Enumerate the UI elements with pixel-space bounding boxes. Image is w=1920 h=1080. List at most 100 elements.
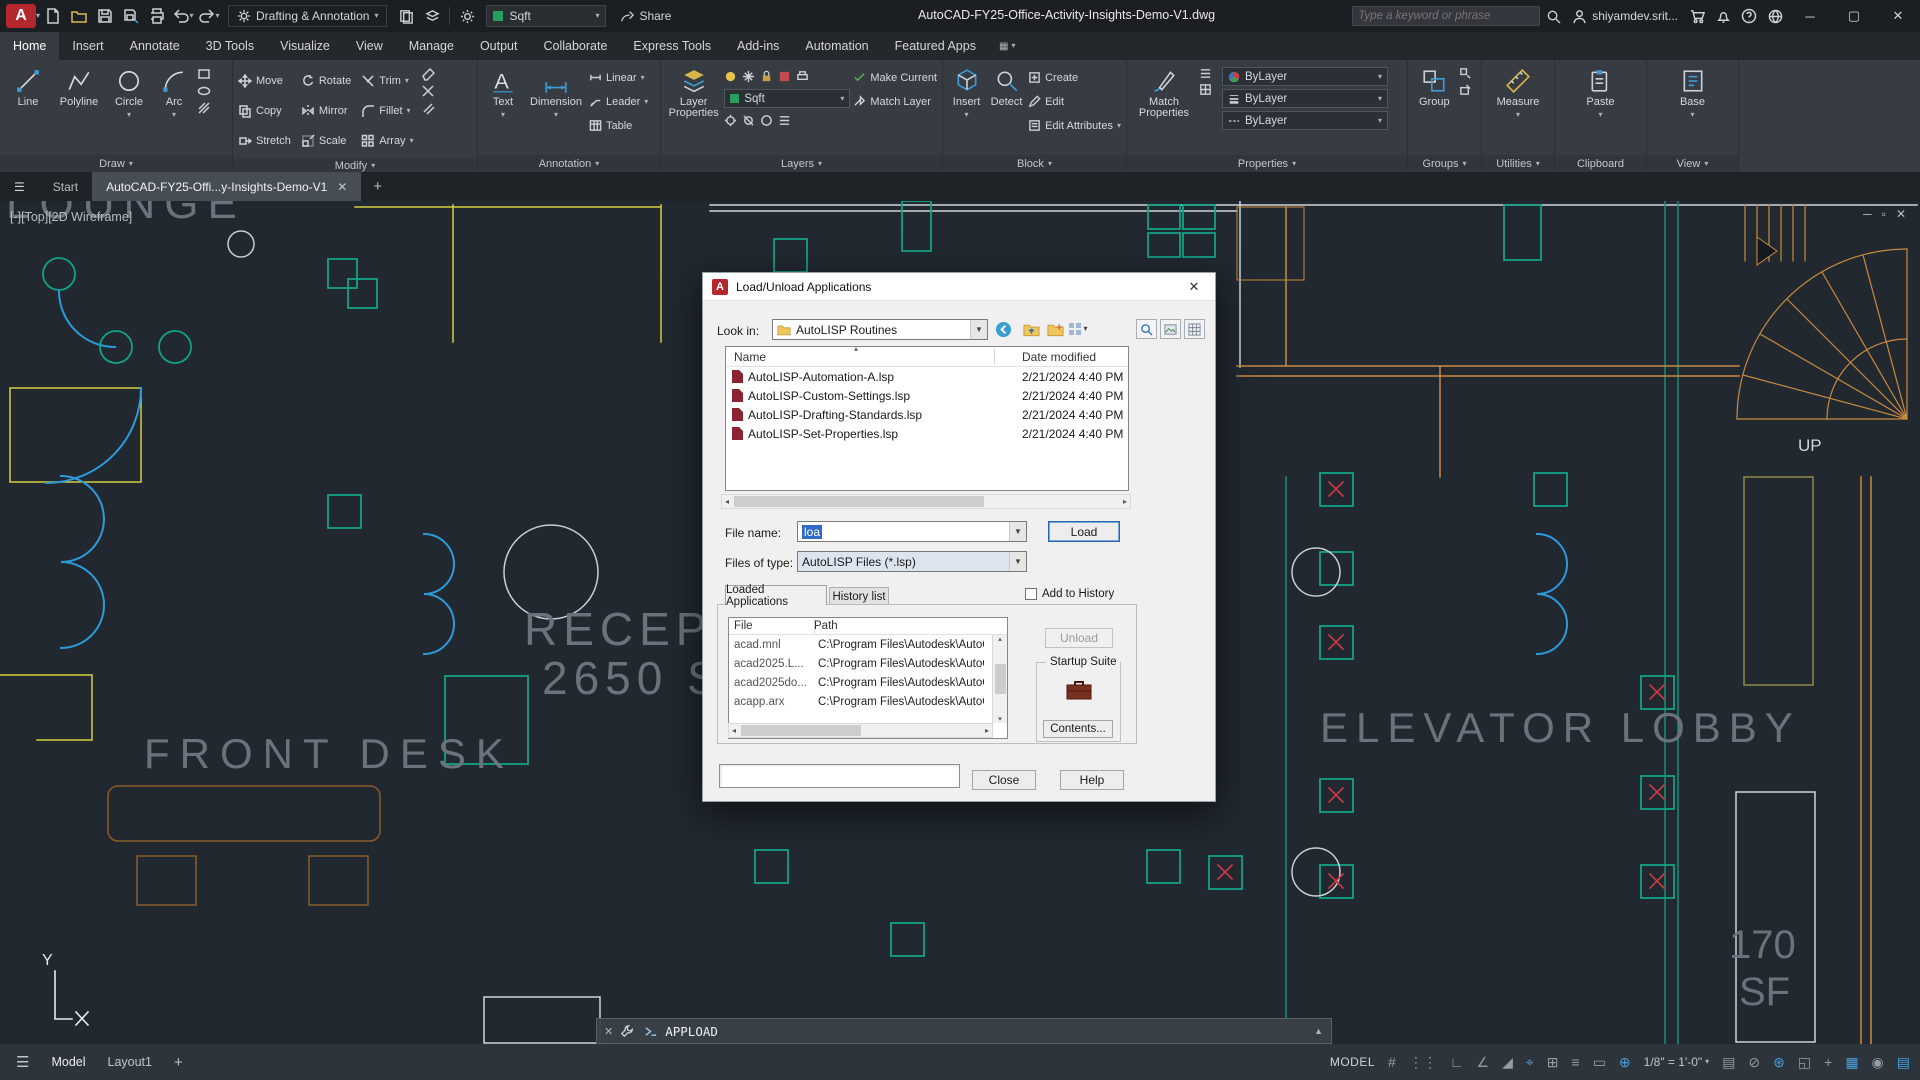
properties-grid-icon[interactable] [1199, 83, 1212, 96]
draw-panel-label[interactable]: Draw▾ [0, 155, 232, 172]
insert-button[interactable]: Insert▾ [948, 63, 985, 119]
scroll-left-icon[interactable]: ◂ [722, 497, 732, 506]
drawing-tabs-menu-icon[interactable]: ☰ [0, 172, 39, 201]
modify-panel-label[interactable]: Modify▾ [233, 159, 477, 172]
layout-menu-icon[interactable]: ☰ [16, 1053, 29, 1071]
snap-mode-icon[interactable]: ⋮⋮ [1409, 1054, 1437, 1071]
close-window-button[interactable]: ✕ [1876, 0, 1920, 32]
hatch-tool-icon[interactable] [197, 101, 211, 115]
layer-unisolate-icon[interactable] [742, 114, 755, 127]
web-button[interactable] [1762, 3, 1788, 29]
annotation-autoscale-icon[interactable]: ⊘ [1748, 1054, 1760, 1071]
maximize-window-button[interactable]: ▢ [1832, 0, 1876, 32]
file-column-header[interactable]: File [729, 620, 814, 632]
layer-on-icon[interactable] [724, 70, 737, 83]
command-text[interactable]: APPLOAD [665, 1024, 718, 1039]
layer-lock-icon[interactable] [760, 70, 773, 83]
preview-toggle-button[interactable] [1136, 319, 1157, 339]
scroll-up-icon[interactable]: ▴ [998, 635, 1002, 643]
loaded-list-hscrollbar[interactable]: ◂ ▸ [728, 723, 993, 738]
ungroup-icon[interactable] [1459, 67, 1472, 80]
make-current-button[interactable]: Make Current [853, 67, 937, 88]
circle-button[interactable]: Circle ▾ [107, 63, 151, 119]
detect-button[interactable]: Detect [988, 63, 1025, 108]
look-in-combobox[interactable]: AutoLISP Routines ▼ [772, 319, 988, 340]
startup-suite-briefcase-icon[interactable] [1065, 677, 1093, 701]
space-indicator[interactable]: MODEL [1330, 1055, 1375, 1069]
group-edit-icon[interactable] [1459, 83, 1472, 96]
move-button[interactable]: Move [238, 74, 291, 88]
command-close-icon[interactable]: ✕ [597, 1025, 620, 1038]
open-file-button[interactable] [66, 3, 92, 29]
sheet-set-button[interactable] [393, 3, 419, 29]
properties-list-icon[interactable] [1199, 67, 1212, 80]
scroll-right-icon[interactable]: ▸ [1120, 497, 1130, 506]
loaded-row[interactable]: acad2025do...C:\Program Files\Autodesk\A… [729, 673, 1007, 692]
offset-tool-icon[interactable] [421, 101, 435, 115]
layer-translucency-button[interactable] [419, 3, 445, 29]
layout1-tab[interactable]: Layout1 [108, 1055, 152, 1069]
back-button[interactable] [992, 319, 1014, 339]
loaded-row[interactable]: acad.mnlC:\Program Files\Autodesk\AutoCA… [729, 635, 1007, 654]
loaded-list-header[interactable]: File Path [729, 618, 1007, 635]
close-tab-icon[interactable]: ✕ [337, 180, 347, 194]
file-row[interactable]: AutoLISP-Drafting-Standards.lsp 2/21/202… [726, 405, 1128, 424]
brightness-button[interactable] [454, 3, 480, 29]
leader-button[interactable]: Leader▾ [589, 91, 648, 112]
account-menu[interactable]: shiyamdev.srit... [1566, 9, 1684, 24]
units-icon[interactable]: + [1824, 1054, 1832, 1070]
base-button[interactable]: Base▾ [1668, 63, 1718, 119]
layer-select-combobox[interactable]: Sqft ▾ [724, 89, 850, 108]
view-panel-label[interactable]: View▾ [1647, 155, 1738, 172]
new-file-button[interactable] [40, 3, 66, 29]
object-snap-icon[interactable]: ⊞ [1547, 1054, 1559, 1071]
layer-off-icon[interactable] [760, 114, 773, 127]
annotation-scale-control[interactable]: 1/8" = 1'-0"▾ [1644, 1055, 1710, 1069]
scale-button[interactable]: Scale [301, 134, 351, 148]
layer-freeze-icon[interactable] [742, 70, 755, 83]
save-button[interactable] [92, 3, 118, 29]
checkbox-box[interactable] [1025, 588, 1037, 600]
table-button[interactable]: Table [589, 115, 648, 136]
scroll-down-icon[interactable]: ▾ [998, 715, 1002, 723]
annotation-panel-label[interactable]: Annotation▾ [478, 155, 660, 172]
array-button[interactable]: Array▾ [361, 134, 413, 148]
loaded-list-vscrollbar[interactable]: ▴▾ [992, 635, 1007, 723]
thumbnail-view-button[interactable] [1160, 319, 1181, 339]
loaded-applications-tab[interactable]: Loaded Applications [725, 585, 827, 605]
file-list-hscrollbar[interactable]: ◂ ▸ [721, 494, 1131, 509]
tools-menu-button[interactable] [1184, 319, 1205, 339]
undo-button[interactable]: ▾ [170, 3, 196, 29]
name-column-header[interactable]: Name [726, 350, 766, 364]
copy-button[interactable]: Copy [238, 104, 291, 118]
file-row[interactable]: AutoLISP-Custom-Settings.lsp 2/21/2024 4… [726, 386, 1128, 405]
tab-output[interactable]: Output [467, 32, 531, 60]
new-layout-button[interactable]: + [174, 1054, 183, 1071]
quick-layer-select[interactable]: Sqft ▾ [486, 5, 606, 27]
notifications-button[interactable] [1710, 3, 1736, 29]
files-of-type-combobox[interactable]: AutoLISP Files (*.lsp) ▼ [797, 551, 1027, 572]
file-row[interactable]: AutoLISP-Set-Properties.lsp 2/21/2024 4:… [726, 424, 1128, 443]
active-drawing-tab[interactable]: AutoCAD-FY25-Offi...y-Insights-Demo-V1 ✕ [92, 172, 361, 201]
polyline-button[interactable]: Polyline [54, 63, 104, 108]
path-column-header[interactable]: Path [814, 620, 838, 632]
workspace-selector[interactable]: Drafting & Annotation ▾ [228, 5, 387, 27]
annotation-monitor-icon[interactable]: ◱ [1798, 1054, 1811, 1071]
tab-home[interactable]: Home [0, 32, 59, 60]
loaded-row[interactable]: acapp.arxC:\Program Files\Autodesk\AutoC… [729, 692, 1007, 711]
lineweight-combobox[interactable]: ByLayer ▾ [1222, 89, 1388, 108]
scrollbar-thumb[interactable] [995, 664, 1006, 694]
tab-automation[interactable]: Automation [792, 32, 881, 60]
file-name-combobox[interactable]: loa ▼ [797, 521, 1027, 542]
scrollbar-thumb[interactable] [741, 725, 861, 736]
edit-attributes-button[interactable]: Edit Attributes▾ [1028, 115, 1121, 136]
tab-3d-tools[interactable]: 3D Tools [193, 32, 267, 60]
model-tab[interactable]: Model [51, 1055, 85, 1069]
workspace-switching-icon[interactable]: ⊛ [1773, 1054, 1785, 1071]
minimize-window-button[interactable]: ─ [1788, 0, 1832, 32]
new-drawing-tab-button[interactable]: + [361, 172, 394, 201]
tab-insert[interactable]: Insert [59, 32, 116, 60]
annotation-visibility-icon[interactable]: ▤ [1722, 1054, 1735, 1071]
mirror-button[interactable]: Mirror [301, 104, 351, 118]
plot-button[interactable] [144, 3, 170, 29]
